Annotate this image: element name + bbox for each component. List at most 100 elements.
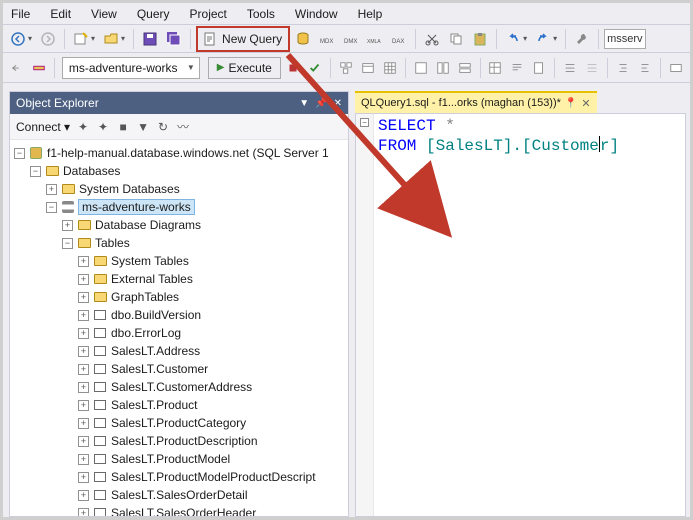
execute-label: Execute (228, 61, 271, 75)
close-icon[interactable]: ✕ (334, 98, 342, 109)
tree-tables-node[interactable]: −Tables (12, 234, 346, 252)
sql-file-icon (202, 31, 218, 47)
menu-file[interactable]: File (11, 7, 30, 21)
nav-back-button[interactable] (7, 28, 35, 50)
tree-table-productcategory[interactable]: +SalesLT.ProductCategory (12, 414, 346, 432)
tree-table-product[interactable]: +SalesLT.Product (12, 396, 346, 414)
pin-icon[interactable]: 📌 (315, 98, 327, 109)
use-db-button[interactable] (7, 57, 27, 79)
new-query-label: New Query (222, 32, 282, 46)
server-combo[interactable] (604, 29, 646, 49)
toolbar-main: New Query MDX DMX XMLA DAX (3, 25, 690, 53)
pin-icon[interactable]: 📍 (565, 98, 577, 109)
disconnect-icon[interactable]: ✦ (96, 120, 110, 134)
cut-button[interactable] (421, 28, 443, 50)
tree-graph-tables-node[interactable]: +GraphTables (12, 288, 346, 306)
stop-icon[interactable]: ■ (116, 120, 130, 134)
display-plan-button[interactable] (336, 57, 356, 79)
uncomment-button[interactable] (582, 57, 602, 79)
db-query-icon-5[interactable]: DAX (388, 28, 410, 50)
new-query-button[interactable]: New Query (196, 26, 290, 52)
stop-button[interactable] (283, 57, 303, 79)
svg-text:MDX: MDX (320, 39, 333, 45)
include-stats-button[interactable] (380, 57, 400, 79)
dropdown-icon[interactable]: ▼ (299, 98, 309, 109)
db-query-icon-2[interactable]: MDX (316, 28, 338, 50)
tree-db-diagrams-node[interactable]: +Database Diagrams (12, 216, 346, 234)
db-query-icon-1[interactable] (292, 28, 314, 50)
include-plan-button[interactable] (358, 57, 378, 79)
tree-table-customeraddress[interactable]: +SalesLT.CustomerAddress (12, 378, 346, 396)
tree-external-tables-node[interactable]: +External Tables (12, 270, 346, 288)
editor-tab-strip: QLQuery1.sql - f1...orks (maghan (153))*… (355, 91, 686, 113)
tree-databases-node[interactable]: −Databases (12, 162, 346, 180)
toolbar-sql: ms-adventure-works ▼ ▶ Execute (3, 53, 690, 83)
copy-icon (448, 31, 464, 47)
indent-button[interactable] (613, 57, 633, 79)
tree-table-buildversion[interactable]: +dbo.BuildVersion (12, 306, 346, 324)
comment-button[interactable] (560, 57, 580, 79)
menu-edit[interactable]: Edit (50, 7, 71, 21)
results-grid-button[interactable] (485, 57, 505, 79)
properties-button[interactable] (571, 28, 593, 50)
close-tab-icon[interactable]: ✕ (581, 97, 590, 110)
tree-table-productdescription[interactable]: +SalesLT.ProductDescription (12, 432, 346, 450)
database-select[interactable]: ms-adventure-works ▼ (62, 57, 200, 79)
connect-icon[interactable]: ✦ (76, 120, 90, 134)
paste-button[interactable] (469, 28, 491, 50)
db-query-icon-3[interactable]: DMX (340, 28, 362, 50)
filter-icon[interactable]: ▼ (136, 120, 150, 134)
outdent-button[interactable] (635, 57, 655, 79)
undo-button[interactable] (502, 28, 530, 50)
tb-btn-a[interactable] (411, 57, 431, 79)
redo-button[interactable] (532, 28, 560, 50)
tb-btn-c[interactable] (455, 57, 475, 79)
redo-icon (535, 31, 551, 47)
editor-tab-active[interactable]: QLQuery1.sql - f1...orks (maghan (153))*… (355, 91, 597, 113)
menu-help[interactable]: Help (358, 7, 383, 21)
nav-fwd-button[interactable] (37, 28, 59, 50)
sql-editor[interactable]: − SELECT * FROM [SalesLT].[Customer] (355, 113, 686, 517)
menu-window[interactable]: Window (295, 7, 338, 21)
tree-table-salesorderdetail[interactable]: +SalesLT.SalesOrderDetail (12, 486, 346, 504)
menu-view[interactable]: View (91, 7, 117, 21)
tree-table-customer[interactable]: +SalesLT.Customer (12, 360, 346, 378)
save-button[interactable] (139, 28, 161, 50)
specify-values-button[interactable] (666, 57, 686, 79)
sql-text[interactable]: SELECT * FROM [SalesLT].[Customer] (356, 114, 685, 156)
clipboard-icon (472, 31, 488, 47)
menu-query[interactable]: Query (137, 7, 170, 21)
tree-table-productmodel[interactable]: +SalesLT.ProductModel (12, 450, 346, 468)
open-button[interactable] (100, 28, 128, 50)
execute-button[interactable]: ▶ Execute (208, 57, 281, 79)
editor-tab-label: QLQuery1.sql - f1...orks (maghan (153))* (361, 97, 561, 109)
connect-dropdown[interactable]: Connect ▾ (16, 120, 70, 134)
tree-table-address[interactable]: +SalesLT.Address (12, 342, 346, 360)
activity-icon[interactable]: 〰 (176, 120, 190, 134)
menu-tools[interactable]: Tools (247, 7, 275, 21)
copy-button[interactable] (445, 28, 467, 50)
change-conn-button[interactable] (29, 57, 49, 79)
results-file-button[interactable] (529, 57, 549, 79)
tree-server-node[interactable]: −f1-help-manual.database.windows.net (SQ… (12, 144, 346, 162)
tree-system-databases-node[interactable]: +System Databases (12, 180, 346, 198)
new-project-button[interactable] (70, 28, 98, 50)
tree-system-tables-node[interactable]: +System Tables (12, 252, 346, 270)
object-explorer-title: Object Explorer (16, 96, 99, 110)
editor-pane: QLQuery1.sql - f1...orks (maghan (153))*… (355, 91, 686, 517)
save-all-button[interactable] (163, 28, 185, 50)
parse-button[interactable] (305, 57, 325, 79)
tree-table-productmodelproductdesc[interactable]: +SalesLT.ProductModelProductDescript (12, 468, 346, 486)
object-explorer-tree[interactable]: −f1-help-manual.database.windows.net (SQ… (10, 140, 348, 516)
db-query-icon-4[interactable]: XMLA (364, 28, 386, 50)
svg-text:XMLA: XMLA (367, 39, 381, 45)
results-text-button[interactable] (507, 57, 527, 79)
menu-project[interactable]: Project (190, 7, 227, 21)
fold-gutter: − (356, 114, 374, 516)
fold-toggle[interactable]: − (360, 118, 369, 127)
tree-table-salesorderheader[interactable]: +SalesLT.SalesOrderHeader (12, 504, 346, 516)
tb-btn-b[interactable] (433, 57, 453, 79)
tree-user-db-node[interactable]: −ms-adventure-works (12, 198, 346, 216)
refresh-icon[interactable]: ↻ (156, 120, 170, 134)
tree-table-errorlog[interactable]: +dbo.ErrorLog (12, 324, 346, 342)
